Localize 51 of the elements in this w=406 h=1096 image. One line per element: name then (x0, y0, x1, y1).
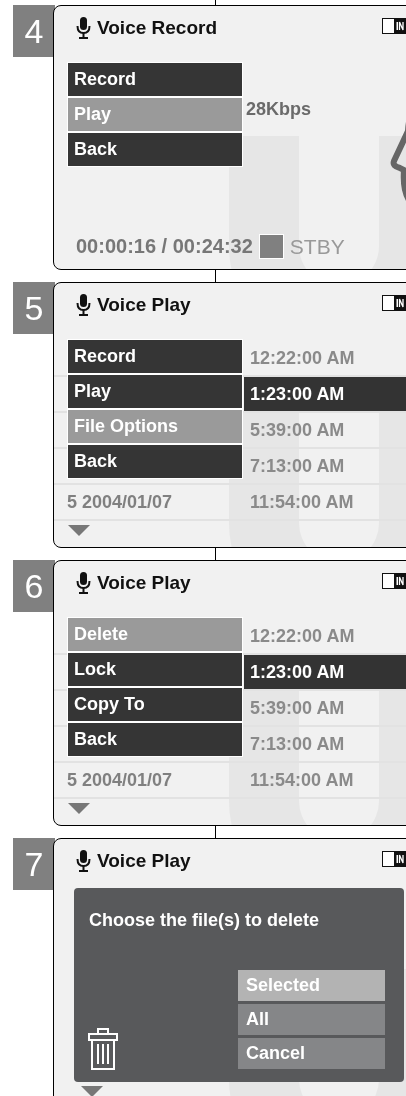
file-time[interactable]: 1:23:00 AM (244, 377, 406, 411)
menu-item[interactable]: Back (68, 133, 242, 166)
memory-indicator-icon (382, 851, 406, 867)
menu-item[interactable]: Record (68, 63, 242, 96)
file-time[interactable]: 12:22:00 AM (244, 341, 406, 375)
microphone-icon (76, 17, 91, 39)
file-time[interactable]: 7:13:00 AM (244, 727, 406, 761)
scroll-down-icon (68, 525, 90, 536)
microphone-icon (76, 294, 91, 316)
file-date: 5 2004/01/07 (66, 491, 174, 513)
screen-title: Voice Play (97, 850, 191, 872)
step-number: 5 (13, 282, 55, 334)
dialog-option[interactable]: All (238, 1004, 385, 1035)
memory-indicator-icon (382, 18, 406, 34)
screen-title: Voice Play (97, 572, 191, 594)
microphone-icon (76, 850, 91, 872)
step-number: 7 (13, 838, 55, 890)
memory-indicator-icon (382, 573, 406, 589)
trash-icon (88, 1028, 118, 1070)
scroll-down-icon (81, 1086, 103, 1096)
menu-item[interactable]: Copy To (68, 688, 242, 721)
menu-item[interactable]: Play (68, 375, 242, 408)
memory-indicator-icon (382, 295, 406, 311)
step-number: 6 (13, 560, 55, 612)
file-time[interactable]: 11:54:00 AM (244, 485, 406, 519)
menu-item[interactable]: Record (68, 340, 242, 373)
menu-item[interactable]: Play (68, 98, 242, 131)
menu-item[interactable]: Back (68, 723, 242, 756)
elapsed-time: 00:00:16 / 00:24:32 (76, 235, 253, 258)
screen-title: Voice Play (97, 294, 191, 316)
status-text: STBY (289, 234, 345, 259)
menu-item[interactable]: Back (68, 445, 242, 478)
menu-item[interactable]: Delete (68, 618, 242, 651)
step-number: 4 (13, 5, 55, 57)
bitrate-text: 28Kbps (246, 99, 312, 120)
file-time[interactable]: 5:39:00 AM (244, 691, 406, 725)
file-time[interactable]: 1:23:00 AM (244, 655, 406, 689)
screen-title: Voice Record (97, 17, 218, 39)
menu-item[interactable]: Lock (68, 653, 242, 686)
microphone-icon (76, 572, 91, 594)
scroll-down-icon (68, 803, 90, 814)
file-time[interactable]: 11:54:00 AM (244, 763, 406, 797)
dialog-option[interactable]: Selected (238, 970, 385, 1001)
menu-item[interactable]: File Options (68, 410, 242, 443)
file-time[interactable]: 7:13:00 AM (244, 449, 406, 483)
stop-icon (258, 234, 284, 259)
file-time[interactable]: 5:39:00 AM (244, 413, 406, 447)
file-time[interactable]: 12:22:00 AM (244, 619, 406, 653)
dialog-message: Choose the file(s) to delete (89, 910, 320, 931)
dialog-option[interactable]: Cancel (238, 1038, 385, 1069)
file-date: 5 2004/01/07 (66, 769, 174, 791)
